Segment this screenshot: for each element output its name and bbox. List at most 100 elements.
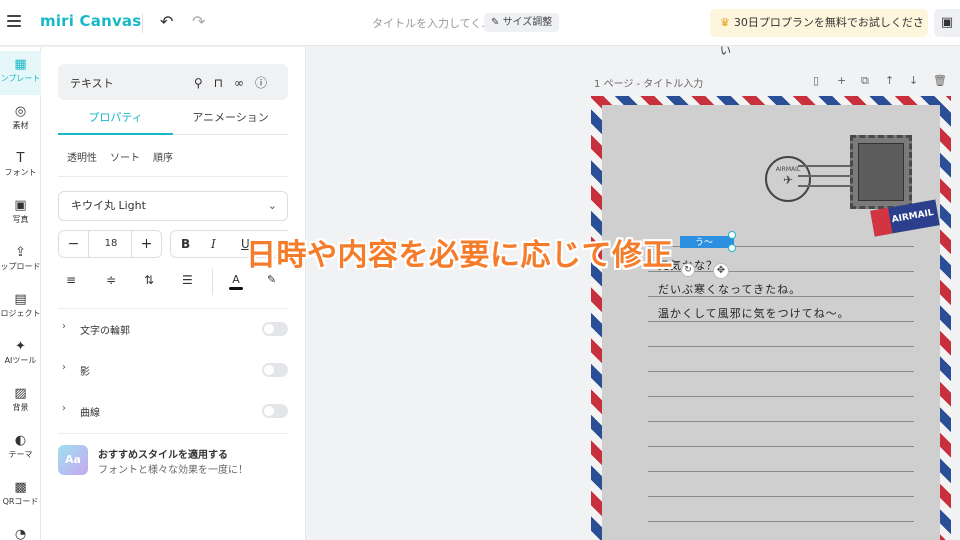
trash-icon[interactable]: 🗑 [933, 74, 947, 87]
divider [58, 308, 288, 309]
wavy-line [798, 175, 858, 177]
rail-item-0[interactable]: ▦ ンプレート [0, 51, 41, 95]
stamp-icon [850, 135, 912, 209]
wavy-line [798, 185, 858, 187]
rail-item-10[interactable]: ◔ [0, 521, 41, 540]
letter-paper: AIRMAIL ✈ AIRMAIL う〜 元気かな？ だいぶ寒くなってきたね。 … [602, 105, 940, 540]
title-input[interactable]: タイトルを入力してく... [372, 15, 492, 31]
tutorial-caption: 日時や内容を必要に応じて修正 [246, 238, 673, 273]
menu-icon[interactable] [7, 15, 21, 27]
ruled-line [648, 521, 914, 522]
increase-size-button[interactable]: + [131, 231, 161, 257]
resize-handle[interactable] [728, 231, 736, 239]
rail-label: QRコード [2, 497, 39, 506]
rail-item-9[interactable]: ▩ QRコード [0, 474, 41, 518]
undo-icon[interactable]: ↶ [160, 12, 173, 31]
rotate-icon[interactable]: ↻ [681, 263, 695, 277]
rail-item-7[interactable]: ▨ 背景 [0, 380, 41, 424]
add-page-icon[interactable]: ▯ [813, 74, 819, 87]
rail-item-2[interactable]: T フォント [0, 145, 41, 189]
wavy-line [798, 165, 858, 167]
font-size-value[interactable]: 18 [89, 231, 133, 257]
ruled-line [648, 321, 914, 322]
shadow-switch[interactable] [262, 363, 288, 377]
tab-properties[interactable]: プロパティ [58, 109, 173, 135]
decrease-size-button[interactable]: − [59, 231, 89, 257]
toggle-label: 曲線 [80, 408, 100, 419]
resize-handle[interactable] [728, 244, 736, 252]
rail-label: ロジェクト [0, 309, 41, 318]
project-icon: ▤ [14, 292, 27, 307]
redo-icon[interactable]: ↷ [192, 12, 205, 31]
background-icon: ▨ [14, 386, 27, 401]
italic-icon[interactable]: I [211, 237, 216, 251]
text-icon: T [16, 151, 25, 166]
format-paint-icon[interactable]: ⚲ [194, 76, 214, 90]
panel-tabs: プロパティ アニメーション [58, 109, 288, 135]
rail-label: フォント [4, 168, 37, 177]
rail-label: ップロード [0, 262, 41, 271]
outline-switch[interactable] [262, 322, 288, 336]
toggle-outline[interactable]: › 文字の輪郭 [58, 319, 288, 339]
app-logo[interactable]: miri Canvas [40, 12, 141, 30]
duplicate-icon[interactable]: ⧉ [861, 74, 869, 88]
pro-trial-button[interactable]: ♛ 30日プロプランを無料でお試しください [710, 9, 928, 57]
link-icon[interactable]: ∞ [234, 76, 255, 90]
sub-tabs: 透明性 ソート 順序 [67, 149, 186, 164]
tab-animation[interactable]: アニメーション [173, 109, 288, 135]
letter-line-3[interactable]: 温かくして風邪に気をつけてね〜。 [658, 305, 850, 321]
ai-tool-icon: ✦ [15, 339, 26, 354]
rail-item-3[interactable]: ▣ 写真 [0, 192, 41, 236]
template-icon: ▦ [14, 57, 27, 72]
rail-label: 素材 [12, 121, 29, 130]
move-icon[interactable]: ✥ [713, 263, 729, 279]
rail-label: テーマ [8, 450, 33, 459]
info-icon[interactable]: ⓘ [255, 76, 278, 90]
toggle-label: 文字の輪郭 [80, 326, 130, 337]
unlock-icon[interactable]: ⊓ [214, 76, 234, 90]
element-type-label: テキスト [70, 77, 114, 90]
move-down-icon[interactable]: ↓ [909, 74, 918, 87]
curve-switch[interactable] [262, 404, 288, 418]
toggle-curve[interactable]: › 曲線 [58, 401, 288, 421]
plus-icon[interactable]: + [837, 74, 846, 87]
move-up-icon[interactable]: ↑ [885, 74, 894, 87]
top-bar: miri Canvas ↶ ↷ タイトルを入力してく... ✎ サイズ調整 ♛ 3… [0, 0, 960, 57]
highlight-pen-icon[interactable]: ✎ [267, 273, 276, 286]
left-rail: ▦ ンプレート ◎ 素材 T フォント ▣ 写真 ⇪ ップロード ▤ ロジェクト ✦ AIツール ▨ 背景 ◐ テ… [0, 47, 41, 540]
order-button[interactable]: 順序 [153, 153, 173, 164]
list-icon[interactable]: ☰ [182, 273, 193, 287]
font-select[interactable]: キウイ丸 Light ⌄ [58, 191, 288, 221]
resize-button[interactable]: ✎ サイズ調整 [484, 13, 560, 32]
ruled-line [648, 421, 914, 422]
rail-item-1[interactable]: ◎ 素材 [0, 98, 41, 142]
postmark-text: AIRMAIL [775, 166, 801, 173]
toggle-shadow[interactable]: › 影 [58, 360, 288, 380]
recommended-style[interactable]: Aa おすすめスタイルを適用する フォントと様々な効果を一度に！ [58, 445, 298, 479]
elements-icon: ◎ [14, 104, 27, 119]
selected-text[interactable]: う〜 [695, 235, 713, 248]
bold-icon[interactable]: B [181, 237, 190, 251]
rail-item-6[interactable]: ✦ AIツール [0, 333, 41, 377]
line-spacing-icon[interactable]: ⇅ [144, 273, 154, 287]
ruled-line [648, 371, 914, 372]
divider [58, 176, 288, 177]
rail-item-4[interactable]: ⇪ ップロード [0, 239, 41, 283]
recommend-title: おすすめスタイルを適用する [98, 450, 228, 461]
vertical-align-icon[interactable]: ≑ [106, 273, 116, 287]
divider [58, 433, 288, 434]
pencil-icon: ✎ [491, 17, 503, 28]
style-badge-icon: Aa [58, 445, 88, 475]
ruled-line [648, 471, 914, 472]
rail-item-8[interactable]: ◐ テーマ [0, 427, 41, 471]
sort-button[interactable]: ソート [110, 153, 140, 164]
save-icon[interactable]: ▣ [934, 9, 960, 37]
letter-design[interactable]: AIRMAIL ✈ AIRMAIL う〜 元気かな？ だいぶ寒くなってきたね。 … [591, 96, 951, 540]
rail-item-5[interactable]: ▤ ロジェクト [0, 286, 41, 330]
page-label[interactable]: 1 ページ - タイトル入力 [594, 75, 703, 90]
text-color-icon[interactable]: A [229, 273, 243, 290]
opacity-button[interactable]: 透明性 [67, 153, 97, 164]
letter-line-2[interactable]: だいぶ寒くなってきたね。 [658, 281, 801, 297]
align-left-icon[interactable]: ≡ [66, 273, 76, 287]
qr-icon: ▩ [14, 480, 27, 495]
